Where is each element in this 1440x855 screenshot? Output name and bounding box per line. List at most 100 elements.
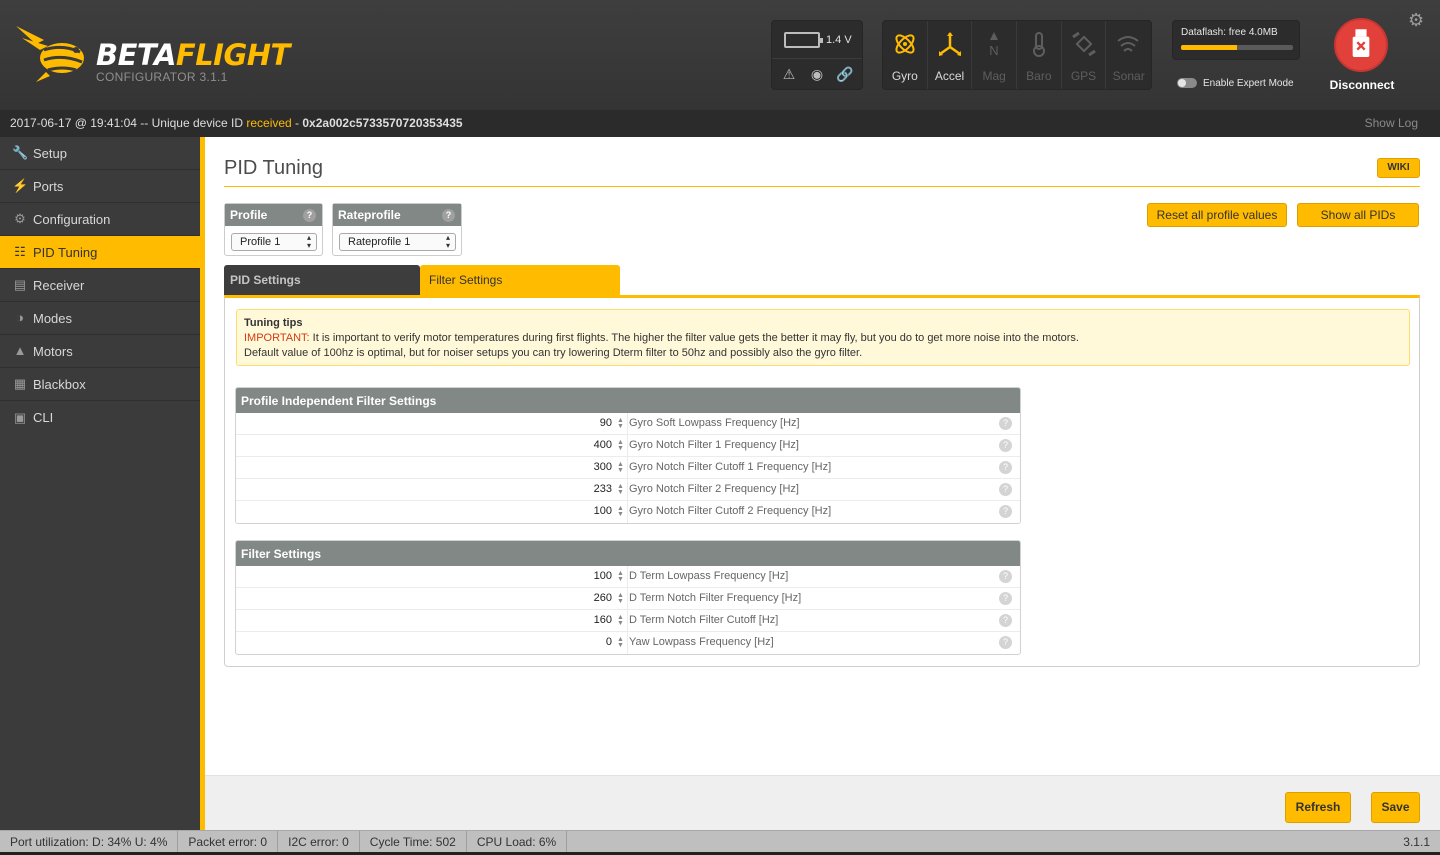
sidebar-item-label: Blackbox bbox=[33, 376, 86, 392]
rateprofile-select[interactable]: Rateprofile 1 bbox=[339, 233, 456, 251]
spinner-icon[interactable]: ▲ ▼ bbox=[617, 417, 624, 430]
help-icon[interactable]: ? bbox=[999, 483, 1012, 496]
reset-profile-button[interactable]: Reset all profile values bbox=[1147, 203, 1287, 227]
help-icon[interactable]: ? bbox=[999, 505, 1012, 518]
filter-value-input[interactable]: 260 bbox=[236, 588, 612, 610]
toggle-icon: ◑ bbox=[16, 310, 24, 325]
sidebar-item-cli[interactable]: ▣ CLI bbox=[0, 401, 200, 434]
filter-label: Yaw Lowpass Frequency [Hz] bbox=[629, 636, 774, 648]
filter-label: D Term Lowpass Frequency [Hz] bbox=[629, 570, 789, 582]
dataflash-panel: Dataflash: free 4.0MB bbox=[1172, 20, 1300, 60]
filter-row: 400 ▲ ▼ Gyro Notch Filter 1 Frequency [Hz]? bbox=[236, 435, 1020, 457]
settings-gear-icon[interactable]: ⚙ bbox=[1408, 10, 1428, 30]
filter-value-input[interactable]: 100 bbox=[236, 501, 612, 523]
profile-select[interactable]: Profile 1 bbox=[231, 233, 317, 251]
help-icon[interactable]: ? bbox=[303, 209, 316, 222]
content-footer: Refresh Save bbox=[205, 775, 1440, 830]
filter-row: 260 ▲ ▼ D Term Notch Filter Frequency [Hz]? bbox=[236, 588, 1020, 610]
tips-title: Tuning tips bbox=[244, 317, 303, 329]
spinner-icon[interactable]: ▲ ▼ bbox=[617, 614, 624, 627]
accel-icon bbox=[938, 32, 961, 56]
spinner-icon[interactable]: ▲ ▼ bbox=[617, 461, 624, 474]
profile-selector: Profile? Profile 1 bbox=[224, 203, 323, 256]
sidebar-item-ports[interactable]: ⚡ Ports bbox=[0, 170, 200, 203]
help-icon[interactable]: ? bbox=[999, 636, 1012, 649]
help-icon[interactable]: ? bbox=[999, 461, 1012, 474]
show-log-link[interactable]: Show Log bbox=[1365, 116, 1418, 130]
help-icon[interactable]: ? bbox=[999, 614, 1012, 627]
help-icon[interactable]: ? bbox=[999, 592, 1012, 605]
spinner-icon[interactable]: ▲ ▼ bbox=[617, 505, 624, 518]
sensor-mag: N Mag bbox=[972, 21, 1018, 89]
sidebar-nav: 🔧 Setup ⚡ Ports ⚙ Configuration ☷ PID Tuning… bbox=[0, 137, 200, 830]
battery-voltage: 1.4 V bbox=[826, 34, 852, 46]
receiver-icon: ▤ bbox=[13, 277, 27, 292]
filter-value-input[interactable]: 233 bbox=[236, 479, 612, 501]
refresh-button[interactable]: Refresh bbox=[1285, 792, 1351, 823]
spinner-icon[interactable]: ▲ ▼ bbox=[617, 439, 624, 452]
wiki-button[interactable]: WIKI bbox=[1377, 158, 1420, 178]
tips-line-1: IMPORTANT: It is important to verify mot… bbox=[244, 332, 1079, 344]
show-all-pids-button[interactable]: Show all PIDs bbox=[1297, 203, 1419, 227]
spinner-icon[interactable]: ▲ ▼ bbox=[617, 483, 624, 496]
sidebar-item-blackbox[interactable]: ▦ Blackbox bbox=[0, 368, 200, 401]
sitemap-icon: ☷ bbox=[14, 244, 26, 259]
disconnect-label: Disconnect bbox=[1329, 78, 1395, 92]
filter-value-input[interactable]: 100 bbox=[236, 566, 612, 588]
sensor-label: Gyro bbox=[891, 69, 918, 83]
spinner-icon[interactable]: ▲ ▼ bbox=[617, 570, 624, 583]
help-icon[interactable]: ? bbox=[999, 439, 1012, 452]
dataflash-fill bbox=[1181, 45, 1237, 50]
filter-label: Gyro Notch Filter Cutoff 2 Frequency [Hz… bbox=[629, 505, 832, 517]
expert-mode[interactable]: Enable Expert Mode bbox=[1177, 76, 1294, 90]
sensor-status-panel: Gyro Accel N Mag Baro GPS Sonar bbox=[882, 20, 1152, 90]
help-icon[interactable]: ? bbox=[999, 570, 1012, 583]
app-title: BETAFLIGHT bbox=[96, 38, 290, 72]
spinner-icon[interactable]: ▲ ▼ bbox=[617, 592, 624, 605]
cycle-time: Cycle Time: 502 bbox=[360, 831, 467, 853]
disconnect-button[interactable]: Disconnect bbox=[1324, 16, 1400, 96]
filter-label: D Term Notch Filter Frequency [Hz] bbox=[629, 592, 802, 604]
firmware-version: 3.1.1 bbox=[1403, 835, 1430, 849]
filter-value-input[interactable]: 160 bbox=[236, 610, 612, 632]
filter-label: D Term Notch Filter Cutoff [Hz] bbox=[629, 614, 779, 626]
sidebar-item-label: Setup bbox=[33, 145, 67, 161]
filter-row: 100 ▲ ▼ D Term Lowpass Frequency [Hz]? bbox=[236, 566, 1020, 588]
expert-mode-toggle[interactable] bbox=[1177, 78, 1197, 88]
filter-settings-panel: Tuning tips IMPORTANT: It is important t… bbox=[224, 295, 1420, 667]
betaflight-logo: BETAFLIGHT CONFIGURATOR 3.1.1 bbox=[14, 22, 294, 86]
filter-value-input[interactable]: 0 bbox=[236, 632, 612, 654]
motor-icon: ▲ bbox=[13, 343, 27, 358]
sensor-gyro: Gyro bbox=[883, 21, 928, 89]
help-icon[interactable]: ? bbox=[999, 417, 1012, 430]
mag-icon: N bbox=[990, 32, 999, 57]
filter-label: Gyro Notch Filter 2 Frequency [Hz] bbox=[629, 483, 799, 495]
bee-logo-icon bbox=[16, 26, 84, 82]
log-bar: 2017-06-17 @ 19:41:04 -- Unique device I… bbox=[0, 110, 1440, 137]
sidebar-item-motors[interactable]: ▲ Motors bbox=[0, 335, 200, 368]
main-content: PID Tuning WIKI Profile? Profile 1 Ratep… bbox=[200, 137, 1440, 830]
filter-settings-box: Filter Settings 100 ▲ ▼ D Term Lowpass Freq… bbox=[235, 540, 1021, 655]
filter-value-input[interactable]: 300 bbox=[236, 457, 612, 479]
tab-filter-settings[interactable]: Filter Settings bbox=[420, 265, 620, 295]
help-icon[interactable]: ? bbox=[442, 209, 455, 222]
spinner-icon[interactable]: ▲ ▼ bbox=[617, 636, 624, 649]
save-button[interactable]: Save bbox=[1371, 792, 1420, 823]
tab-pid-settings[interactable]: PID Settings bbox=[224, 265, 420, 295]
filter-value-input[interactable]: 90 bbox=[236, 413, 612, 435]
gear-icon: ⚙ bbox=[14, 211, 26, 226]
usb-disconnect-icon[interactable] bbox=[1334, 18, 1388, 72]
warning-icon: ⚠ bbox=[782, 66, 796, 82]
sidebar-item-modes[interactable]: ◑ Modes bbox=[0, 302, 200, 335]
filter-value-input[interactable]: 400 bbox=[236, 435, 612, 457]
dataflash-label: Dataflash: free 4.0MB bbox=[1181, 27, 1278, 38]
dataflash-bar bbox=[1181, 45, 1293, 50]
sidebar-item-configuration[interactable]: ⚙ Configuration bbox=[0, 203, 200, 236]
blackbox-icon: ▦ bbox=[13, 376, 27, 391]
sidebar-item-pid-tuning[interactable]: ☷ PID Tuning bbox=[0, 236, 200, 269]
sidebar-item-receiver[interactable]: ▤ Receiver bbox=[0, 269, 200, 302]
profile-independent-filter-box: Profile Independent Filter Settings 90 ▲ ▼… bbox=[235, 387, 1021, 524]
filter-row: 100 ▲ ▼ Gyro Notch Filter Cutoff 2 Frequenc… bbox=[236, 501, 1020, 523]
profile-header: Profile? bbox=[225, 204, 322, 226]
sidebar-item-setup[interactable]: 🔧 Setup bbox=[0, 137, 200, 170]
